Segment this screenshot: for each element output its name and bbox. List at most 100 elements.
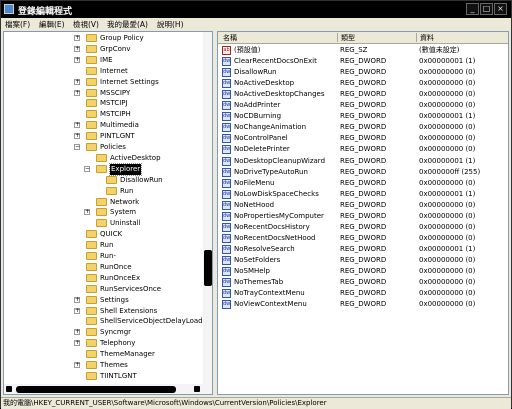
value-row[interactable]: dw NoControlPanel REG_DWORD 0x00000000 (0) xyxy=(218,133,508,144)
expand-icon[interactable]: + xyxy=(74,35,80,41)
value-row[interactable]: dw NoFileMenu REG_DWORD 0x00000000 (0) xyxy=(218,178,508,189)
value-data: 0x00000000 (0) xyxy=(419,233,476,242)
value-name: NoChangeAnimation xyxy=(234,123,307,132)
tree-item[interactable]: Uninstall xyxy=(4,218,202,229)
tree-item[interactable]: TIINTLGNT xyxy=(4,371,202,382)
column-header-name[interactable]: 名稱 xyxy=(223,33,237,43)
value-row[interactable]: dw NoRecentDocsHistory REG_DWORD 0x00000000… xyxy=(218,222,508,233)
expand-icon[interactable]: + xyxy=(74,122,80,129)
value-row[interactable]: dw NoPropertiesMyComputer REG_DWORD 0x00000… xyxy=(218,211,508,222)
expand-icon[interactable]: + xyxy=(84,209,90,216)
minimize-button[interactable]: _ xyxy=(466,3,479,15)
value-row[interactable]: dw NoSetFolders REG_DWORD 0x00000000 (0) xyxy=(218,255,508,266)
tree-item[interactable]: + Group Policy xyxy=(4,33,202,44)
tree-item[interactable]: + Themes xyxy=(4,360,202,371)
tree-horizontal-scrollbar[interactable] xyxy=(4,384,212,394)
tree-item[interactable]: − Policies xyxy=(4,142,202,153)
value-row[interactable]: dw NoDriveTypeAutoRun REG_DWORD 0x000000ff … xyxy=(218,167,508,178)
tree-item[interactable]: RunOnce xyxy=(4,262,202,273)
tree-item[interactable]: Run- xyxy=(4,251,202,262)
expand-icon[interactable]: + xyxy=(74,78,80,85)
collapse-icon[interactable]: − xyxy=(74,144,80,150)
value-row[interactable]: ab (預設值) REG_SZ (數值未設定) xyxy=(218,45,508,56)
value-row[interactable]: dw NoCDBurning REG_DWORD 0x00000001 (1) xyxy=(218,111,508,122)
scroll-right-arrow-icon[interactable] xyxy=(194,386,200,392)
value-row[interactable]: dw NoNetHood REG_DWORD 0x00000000 (0) xyxy=(218,200,508,211)
expand-icon[interactable]: + xyxy=(74,89,80,96)
value-row[interactable]: dw DisallowRun REG_DWORD 0x00000000 (0) xyxy=(218,67,508,78)
folder-icon xyxy=(86,132,97,141)
column-header-type[interactable]: 類型 xyxy=(341,33,355,43)
tree-item[interactable]: DisallowRun xyxy=(4,175,202,186)
value-data: 0x00000000 (0) xyxy=(419,267,476,275)
tree-item[interactable]: ActiveDesktop xyxy=(4,153,202,164)
tree-item[interactable]: + System xyxy=(4,207,202,218)
value-row[interactable]: dw NoActiveDesktop REG_DWORD 0x00000000 (0) xyxy=(218,78,508,89)
tree-item[interactable]: + Shell Extensions xyxy=(4,306,202,317)
value-row[interactable]: dw NoSMHelp REG_DWORD 0x00000000 (0) xyxy=(218,266,508,277)
folder-icon xyxy=(86,284,97,293)
menu-favorites[interactable]: 我的最愛(A) xyxy=(107,19,148,30)
tree-item[interactable]: + Syncmgr xyxy=(4,327,202,338)
tree-item[interactable]: Network xyxy=(4,197,202,208)
value-row[interactable]: dw NoAddPrinter REG_DWORD 0x00000000 (0) xyxy=(218,100,508,111)
tree-item[interactable]: + IME xyxy=(4,55,202,66)
value-row[interactable]: dw ClearRecentDocsOnExit REG_DWORD 0x000000… xyxy=(218,56,508,67)
tree-item[interactable]: + GrpConv xyxy=(4,44,202,55)
value-row[interactable]: dw NoLowDiskSpaceChecks REG_DWORD 0x0000000… xyxy=(218,189,508,200)
column-header-data[interactable]: 資料 xyxy=(420,33,434,43)
tree-item-label: Run xyxy=(120,186,134,195)
expand-icon[interactable]: + xyxy=(74,296,80,303)
tree-item[interactable]: + Multimedia xyxy=(4,120,202,131)
tree-item[interactable]: ShellServiceObjectDelayLoad xyxy=(4,316,203,327)
tree-item[interactable]: − Explorer xyxy=(4,162,202,176)
menu-edit[interactable]: 編輯(E) xyxy=(39,19,65,30)
expand-icon[interactable]: + xyxy=(74,340,80,347)
value-row[interactable]: dw NoDeletePrinter REG_DWORD 0x00000000 (0) xyxy=(218,144,508,155)
tree-item[interactable]: Internet xyxy=(4,66,202,77)
expand-icon[interactable]: + xyxy=(74,133,80,140)
value-data: 0x00000000 (0) xyxy=(419,222,476,231)
value-row[interactable]: dw NoThemesTab REG_DWORD 0x00000000 (0) xyxy=(218,277,508,288)
tree-item[interactable]: + MSSCIPY xyxy=(4,88,202,99)
close-button[interactable]: × xyxy=(494,3,507,15)
tree-item[interactable]: MSTCIPH xyxy=(4,109,202,120)
tree-item[interactable]: RunServicesOnce xyxy=(4,284,202,295)
tree-vertical-scrollbar[interactable] xyxy=(203,32,212,384)
tree-item-label: GrpConv xyxy=(100,44,131,53)
expand-icon[interactable]: + xyxy=(74,56,80,63)
value-row[interactable]: dw NoChangeAnimation REG_DWORD 0x00000000 (… xyxy=(218,122,508,133)
tree-item[interactable]: Run xyxy=(4,240,202,251)
dword-value-icon: dw xyxy=(222,156,231,166)
tree-item[interactable]: Run xyxy=(4,186,202,197)
expand-icon[interactable]: + xyxy=(74,362,80,368)
value-row[interactable]: dw NoDesktopCleanupWizard REG_DWORD 0x00000… xyxy=(218,156,508,167)
value-row[interactable]: dw NoResolveSearch REG_DWORD 0x00000001 (1) xyxy=(218,244,508,255)
tree-item[interactable]: ThemeManager xyxy=(4,349,202,360)
expand-icon[interactable]: + xyxy=(74,45,80,52)
value-row[interactable]: dw NoActiveDesktopChanges REG_DWORD 0x00000… xyxy=(218,89,508,100)
menu-file[interactable]: 檔案(F) xyxy=(5,19,30,30)
maximize-button[interactable]: □ xyxy=(480,3,493,15)
folder-icon xyxy=(86,34,97,42)
collapse-icon[interactable]: − xyxy=(84,165,90,172)
tree-vscroll-thumb[interactable] xyxy=(204,250,212,286)
expand-icon[interactable]: + xyxy=(74,329,80,336)
tree-item[interactable]: QUICK xyxy=(4,229,202,240)
tree-item[interactable]: RunOnceEx xyxy=(4,273,202,284)
expand-icon[interactable]: + xyxy=(74,307,80,314)
value-type: REG_DWORD xyxy=(340,289,387,298)
tree-item[interactable]: + Internet Settings xyxy=(4,77,202,88)
tree-item[interactable]: + Telephony xyxy=(4,338,202,349)
value-row[interactable]: dw NoRecentDocsNetHood REG_DWORD 0x00000000… xyxy=(218,233,508,244)
value-row[interactable]: dw NoViewContextMenu REG_DWORD 0x00000000 (… xyxy=(218,299,508,310)
value-row[interactable]: dw NoTrayContextMenu REG_DWORD 0x00000000 (… xyxy=(218,288,508,299)
tree-item[interactable]: + Settings xyxy=(4,295,202,306)
menu-help[interactable]: 說明(H) xyxy=(157,19,184,30)
value-data: 0x00000001 (1) xyxy=(419,112,476,121)
tree-hscroll-thumb[interactable] xyxy=(16,386,176,393)
scroll-left-arrow-icon[interactable] xyxy=(6,386,12,392)
tree-item[interactable]: MSTCIPJ xyxy=(4,98,202,109)
menu-view[interactable]: 檢視(V) xyxy=(73,19,99,30)
tree-item[interactable]: + PINTLGNT xyxy=(4,131,202,142)
